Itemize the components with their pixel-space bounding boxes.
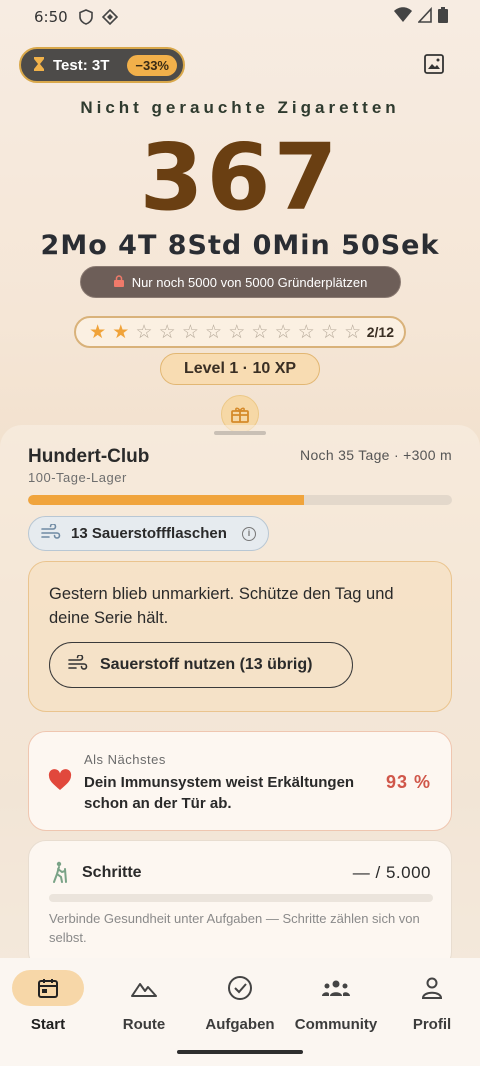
mountain-icon (108, 970, 180, 1006)
missed-day-text: Gestern blieb unmarkiert. Schütze den Ta… (49, 585, 394, 627)
person-icon (396, 970, 468, 1006)
stars-row: ★ ★ ☆ ☆ ☆ ☆ ☆ ☆ ☆ ☆ ☆ ☆ (86, 321, 364, 344)
elapsed-time: 2Mo 4T 8Std 0Min 50Sek (40, 230, 440, 261)
star-empty-icon: ☆ (320, 321, 338, 343)
club-subtitle: 100-Tage-Lager (28, 470, 127, 485)
star-empty-icon: ☆ (274, 321, 292, 343)
image-icon (424, 54, 444, 74)
steps-goal: — / 5.000 (352, 863, 431, 882)
star-empty-icon: ☆ (181, 321, 199, 343)
check-circle-icon (204, 970, 276, 1006)
star-empty-icon: ☆ (251, 321, 269, 343)
next-percent: 93 % (385, 772, 431, 792)
nav-label-route: Route (122, 1016, 166, 1033)
steps-hint: Verbinde Gesundheit unter Aufgaben — Sch… (49, 911, 420, 945)
steps-title: Schritte (82, 864, 142, 881)
founder-slots-pill[interactable]: Nur noch 5000 von 5000 Gründerplätzen (80, 266, 401, 298)
wifi-icon (394, 6, 412, 28)
counter-subtitle: Nicht gerauchte Zigaretten (80, 98, 400, 117)
nav-item-profil[interactable]: Profil (384, 970, 480, 1066)
test-period-pill[interactable]: Test: 3T −33% (19, 47, 185, 83)
star-empty-icon: ☆ (135, 321, 153, 343)
level-pill[interactable]: Level 1 · 10 XP (160, 353, 320, 385)
shield-icon (78, 9, 94, 25)
oxygen-chip[interactable]: 13 Sauerstoffflaschen i (28, 516, 269, 551)
info-icon[interactable]: i (242, 526, 256, 541)
star-filled-icon: ★ (89, 321, 107, 343)
heart-icon (48, 769, 72, 798)
star-filled-icon: ★ (112, 321, 130, 343)
status-bar: 6:50 (0, 0, 480, 34)
nav-label-profil: Profil (412, 1016, 452, 1033)
star-empty-icon: ☆ (344, 321, 362, 343)
use-oxygen-label: Sauerstoff nutzen (13 übrig) (100, 656, 313, 673)
hiker-icon (51, 861, 69, 888)
signal-icon (417, 6, 432, 28)
status-time: 6:50 (34, 8, 68, 26)
calendar-icon (12, 970, 84, 1006)
gesture-bar (177, 1050, 303, 1054)
sheet-drag-handle[interactable] (214, 431, 266, 435)
steps-card[interactable]: Schritte — / 5.000 Verbinde Gesundheit u… (28, 840, 452, 970)
club-progress-bar (28, 495, 452, 505)
missed-day-card: Gestern blieb unmarkiert. Schütze den Ta… (28, 561, 452, 712)
stars-rating-pill[interactable]: ★ ★ ☆ ☆ ☆ ☆ ☆ ☆ ☆ ☆ ☆ ☆ 2/12 (74, 316, 406, 348)
nav-label-community: Community (294, 1016, 378, 1033)
background-image-button[interactable] (422, 52, 446, 76)
test-period-label: Test: 3T (53, 56, 110, 74)
wind-icon (68, 653, 88, 676)
steps-progress-bar (49, 894, 433, 902)
star-empty-icon: ☆ (297, 321, 315, 343)
diamond-icon (101, 9, 118, 25)
nav-item-start[interactable]: Start (0, 970, 96, 1066)
next-description: Dein Immunsystem weist Erkältungen schon… (84, 774, 355, 812)
star-empty-icon: ☆ (205, 321, 223, 343)
wind-icon (41, 522, 61, 544)
gift-icon (231, 407, 249, 423)
battery-icon (438, 6, 448, 28)
use-oxygen-button[interactable]: Sauerstoff nutzen (13 übrig) (49, 642, 353, 688)
club-remaining: Noch 35 Tage · +300 m (300, 447, 452, 463)
nav-label-aufgaben: Aufgaben (205, 1016, 275, 1033)
lock-icon (113, 274, 124, 290)
group-icon (300, 970, 372, 1006)
founder-slots-label: Nur noch 5000 von 5000 Gründerplätzen (131, 274, 368, 290)
star-empty-icon: ☆ (158, 321, 176, 343)
next-label: Als Nächstes (84, 752, 166, 767)
star-empty-icon: ☆ (228, 321, 246, 343)
cigarettes-count: 367 (139, 124, 341, 231)
oxygen-label: 13 Sauerstoffflaschen (71, 525, 227, 542)
hourglass-icon (33, 56, 45, 75)
stars-count: 2/12 (366, 324, 394, 340)
club-title: Hundert-Club (28, 446, 150, 467)
discount-badge: −33% (127, 54, 177, 76)
next-milestone-card[interactable]: Als Nächstes Dein Immunsystem weist Erkä… (28, 731, 452, 831)
nav-label-start: Start (30, 1016, 66, 1033)
club-progress-fill (28, 495, 304, 505)
